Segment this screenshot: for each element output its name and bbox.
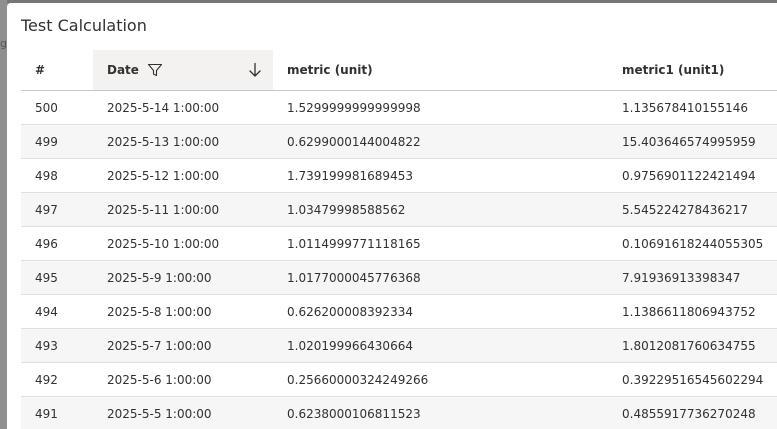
cell-metric1: 0.9756901122421494 (622, 168, 756, 183)
cell-metric: 0.25660000324249266 (287, 372, 429, 387)
cell-metric: 1.739199981689453 (287, 168, 413, 183)
cell-metric: 1.020199966430664 (287, 338, 413, 353)
table-row[interactable]: 498 2025-5-12 1:00:00 1.739199981689453 0.9… (21, 158, 777, 192)
cell-metric: 1.03479998588562 (287, 202, 406, 217)
cell-metric1: 0.10691618244055305 (622, 236, 764, 251)
grid-header: # Date metric (unit) metric1 (unit1) (21, 50, 777, 90)
table-row[interactable]: 500 2025-5-14 1:00:00 1.5299999999999998 1.… (21, 90, 777, 124)
column-header-date[interactable]: Date (93, 50, 273, 90)
column-header-date-label: Date (107, 63, 139, 77)
table-row[interactable]: 491 2025-5-5 1:00:00 0.6238000106811523 0.4… (21, 396, 777, 429)
cell-date: 2025-5-12 1:00:00 (107, 168, 220, 183)
cell-metric1: 15.403646574995959 (622, 134, 756, 149)
cell-metric1: 1.8012081760634755 (622, 338, 756, 353)
column-header-metric[interactable]: metric (unit) (273, 63, 608, 77)
table-row[interactable]: 493 2025-5-7 1:00:00 1.020199966430664 1.80… (21, 328, 777, 362)
cell-metric1: 1.135678410155146 (622, 100, 748, 115)
filter-icon[interactable] (147, 62, 163, 78)
cell-number: 496 (35, 236, 58, 251)
cell-date: 2025-5-6 1:00:00 (107, 372, 212, 387)
cell-number: 493 (35, 338, 58, 353)
cell-number: 491 (35, 406, 58, 421)
cell-metric: 1.5299999999999998 (287, 100, 421, 115)
grid-body: 500 2025-5-14 1:00:00 1.5299999999999998 1.… (21, 90, 777, 429)
cell-number: 495 (35, 270, 58, 285)
cell-metric: 0.6238000106811523 (287, 406, 421, 421)
cell-metric1: 0.4855917736270248 (622, 406, 756, 421)
cell-number: 498 (35, 168, 58, 183)
cell-date: 2025-5-5 1:00:00 (107, 406, 212, 421)
table-row[interactable]: 495 2025-5-9 1:00:00 1.0177000045776368 7.9… (21, 260, 777, 294)
cell-number: 492 (35, 372, 58, 387)
cell-metric: 0.6299000144004822 (287, 134, 421, 149)
column-header-metric1[interactable]: metric1 (unit1) (608, 63, 777, 77)
table-row[interactable]: 492 2025-5-6 1:00:00 0.25660000324249266 0.… (21, 362, 777, 396)
backdrop-left (0, 0, 7, 429)
cell-date: 2025-5-11 1:00:00 (107, 202, 220, 217)
cell-metric1: 0.39229516545602294 (622, 372, 764, 387)
results-grid: # Date metric (unit) metric1 (unit1) 500… (21, 50, 777, 429)
cell-number: 494 (35, 304, 58, 319)
cell-metric: 0.626200008392334 (287, 304, 413, 319)
cell-date: 2025-5-9 1:00:00 (107, 270, 212, 285)
cell-date: 2025-5-8 1:00:00 (107, 304, 212, 319)
cell-metric: 1.0177000045776368 (287, 270, 421, 285)
cell-date: 2025-5-14 1:00:00 (107, 100, 220, 115)
cell-metric: 1.0114999771118165 (287, 236, 421, 251)
cell-metric1: 7.91936913398347 (622, 270, 741, 285)
column-header-number[interactable]: # (21, 63, 93, 77)
table-row[interactable]: 496 2025-5-10 1:00:00 1.0114999771118165 0.… (21, 226, 777, 260)
cell-date: 2025-5-7 1:00:00 (107, 338, 212, 353)
calculation-dialog: Test Calculation # Date metric (unit) me… (7, 3, 777, 429)
backdrop-text-fragment: g (0, 37, 7, 50)
table-row[interactable]: 497 2025-5-11 1:00:00 1.03479998588562 5.54… (21, 192, 777, 226)
cell-date: 2025-5-13 1:00:00 (107, 134, 220, 149)
cell-metric1: 1.1386611806943752 (622, 304, 756, 319)
table-row[interactable]: 499 2025-5-13 1:00:00 0.6299000144004822 15… (21, 124, 777, 158)
cell-number: 497 (35, 202, 58, 217)
cell-date: 2025-5-10 1:00:00 (107, 236, 220, 251)
cell-metric1: 5.545224278436217 (622, 202, 748, 217)
table-row[interactable]: 494 2025-5-8 1:00:00 0.626200008392334 1.13… (21, 294, 777, 328)
cell-number: 500 (35, 100, 58, 115)
cell-number: 499 (35, 134, 58, 149)
dialog-title: Test Calculation (21, 16, 147, 35)
sort-descending-icon[interactable] (247, 62, 263, 78)
